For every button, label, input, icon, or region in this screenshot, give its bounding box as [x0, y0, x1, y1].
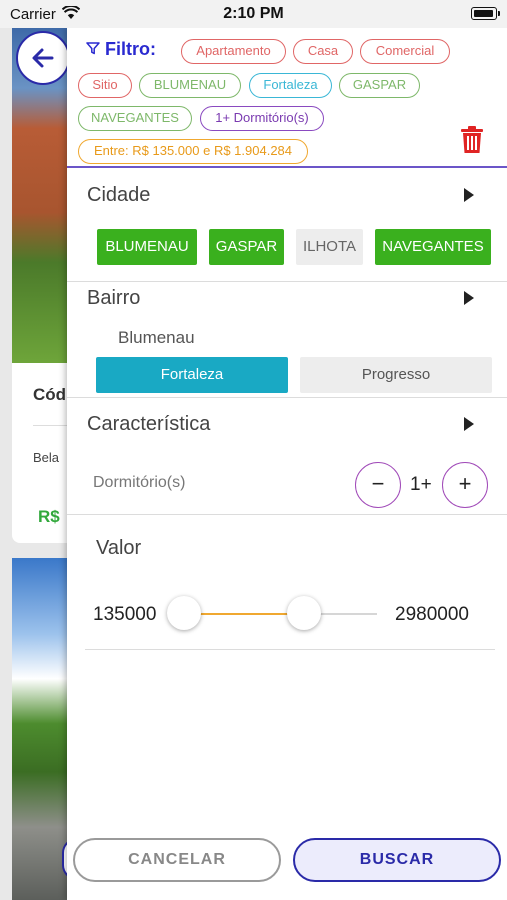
filter-chip[interactable]: Fortaleza: [249, 73, 332, 98]
arrow-right-icon[interactable]: [464, 291, 474, 305]
bairro-option-progresso[interactable]: Progresso: [300, 357, 492, 393]
section-divider: [67, 281, 507, 282]
property-desc-partial: Bela: [33, 450, 60, 465]
battery-icon: [471, 7, 500, 20]
price-range-slider[interactable]: [167, 596, 377, 630]
valor-min-label: 135000: [93, 604, 157, 625]
arrow-right-icon[interactable]: [464, 188, 474, 202]
status-time: 2:10 PM: [223, 5, 284, 22]
section-title-valor: Valor: [96, 537, 142, 559]
filter-chip[interactable]: Apartamento: [181, 39, 286, 64]
back-button[interactable]: [16, 31, 70, 85]
filter-chip[interactable]: GASPAR: [339, 73, 420, 98]
city-option-ilhota[interactable]: ILHOTA: [296, 229, 363, 265]
filter-title: Filtro:: [105, 39, 156, 59]
arrow-left-icon: [32, 48, 54, 68]
filter-chip[interactable]: BLUMENAU: [139, 73, 241, 98]
filter-drawer: Filtro: Apartamento Casa Comercial Sitio…: [67, 28, 507, 900]
filter-chip[interactable]: Sitio: [78, 73, 132, 98]
slider-handle-min[interactable]: [167, 596, 201, 630]
city-option-gaspar[interactable]: GASPAR: [209, 229, 284, 265]
property-price-partial: R$: [38, 507, 60, 526]
section-title-caracteristica: Característica: [87, 413, 211, 435]
section-divider: [67, 397, 507, 398]
city-option-blumenau[interactable]: BLUMENAU: [97, 229, 197, 265]
filter-chip[interactable]: Comercial: [360, 39, 450, 64]
filter-chip[interactable]: 1+ Dormitório(s): [200, 106, 324, 131]
property-code-partial: Cód: [33, 385, 67, 404]
section-title-bairro: Bairro: [87, 287, 141, 309]
active-filters: Filtro: Apartamento Casa Comercial Sitio…: [67, 28, 507, 168]
city-option-navegantes[interactable]: NAVEGANTES: [375, 229, 491, 265]
slider-range-fill: [184, 613, 304, 615]
cancel-button[interactable]: CANCELAR: [73, 838, 281, 882]
filter-chip[interactable]: NAVEGANTES: [78, 106, 192, 131]
dormitorio-label: Dormitório(s): [93, 474, 186, 491]
filter-icon: [86, 42, 100, 55]
dormitorio-increment-button[interactable]: +: [442, 462, 488, 508]
section-divider: [85, 649, 495, 650]
slider-handle-max[interactable]: [286, 596, 321, 630]
dormitorio-decrement-button[interactable]: −: [355, 462, 401, 508]
bairro-city-label: Blumenau: [118, 328, 195, 347]
bairro-option-fortaleza[interactable]: Fortaleza: [96, 357, 288, 393]
filter-chip[interactable]: Entre: R$ 135.000 e R$ 1.904.284: [78, 139, 308, 164]
valor-max-label: 2980000: [395, 604, 469, 625]
filter-chip[interactable]: Casa: [293, 39, 353, 64]
arrow-right-icon[interactable]: [464, 417, 474, 431]
section-divider: [67, 514, 507, 515]
status-bar: Carrier 2:10 PM: [0, 0, 507, 28]
section-title-cidade: Cidade: [87, 184, 151, 206]
trash-icon[interactable]: [460, 126, 484, 154]
dormitorio-value: 1+: [410, 474, 432, 495]
search-button[interactable]: BUSCAR: [293, 838, 501, 882]
